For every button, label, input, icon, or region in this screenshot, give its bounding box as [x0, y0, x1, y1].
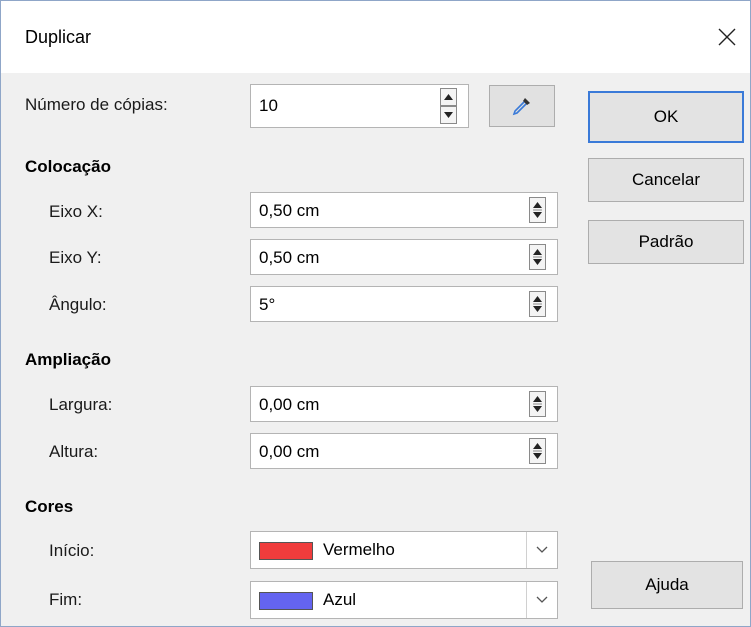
end-color-value: Azul [323, 590, 357, 609]
spin-arrows-icon[interactable] [529, 438, 546, 464]
height-field[interactable]: 0,00 cm [250, 433, 558, 469]
help-button[interactable]: Ajuda [591, 561, 743, 609]
x-axis-label: Eixo X: [49, 202, 103, 221]
close-icon[interactable] [704, 1, 750, 73]
height-value: 0,00 cm [259, 442, 320, 461]
copies-field[interactable]: 10 [250, 84, 469, 128]
x-axis-value: 0,50 cm [259, 201, 320, 220]
y-axis-label: Eixo Y: [49, 248, 102, 267]
start-color-label: Início: [49, 541, 95, 560]
enlargement-heading: Ampliação [25, 350, 111, 369]
width-label: Largura: [49, 395, 113, 414]
eyedropper-icon [512, 98, 530, 116]
copies-value: 10 [259, 96, 278, 115]
end-color-label: Fim: [49, 590, 83, 609]
end-color-select[interactable]: Azul [250, 581, 558, 619]
placement-heading: Colocação [25, 157, 111, 176]
spin-arrows-icon[interactable] [529, 391, 546, 417]
spin-up-icon[interactable] [440, 88, 457, 106]
start-color-swatch [259, 542, 313, 560]
spin-down-icon[interactable] [440, 106, 457, 124]
width-value: 0,00 cm [259, 395, 320, 414]
end-color-swatch [259, 592, 313, 610]
spin-arrows-icon[interactable] [529, 244, 546, 270]
eyedropper-button[interactable] [489, 85, 555, 127]
duplicate-dialog: Duplicar Número de cópias: 10 Colocação … [0, 0, 751, 627]
colors-heading: Cores [25, 497, 74, 516]
ok-button[interactable]: OK [588, 91, 744, 143]
start-color-value: Vermelho [323, 540, 395, 559]
y-axis-value: 0,50 cm [259, 248, 320, 267]
x-axis-field[interactable]: 0,50 cm [250, 192, 558, 228]
y-axis-field[interactable]: 0,50 cm [250, 239, 558, 275]
chevron-down-icon[interactable] [526, 582, 557, 618]
cancel-button[interactable]: Cancelar [588, 158, 744, 202]
default-button[interactable]: Padrão [588, 220, 744, 264]
angle-label: Ângulo: [49, 295, 107, 314]
dialog-title: Duplicar [25, 27, 92, 47]
copies-label: Número de cópias: [25, 95, 168, 114]
title-bar: Duplicar [1, 1, 750, 73]
angle-field[interactable]: 5° [250, 286, 558, 322]
width-field[interactable]: 0,00 cm [250, 386, 558, 422]
chevron-down-icon[interactable] [526, 532, 557, 568]
spin-arrows-icon[interactable] [529, 291, 546, 317]
angle-value: 5° [259, 295, 276, 314]
start-color-select[interactable]: Vermelho [250, 531, 558, 569]
height-label: Altura: [49, 442, 99, 461]
spin-arrows-icon[interactable] [529, 197, 546, 223]
